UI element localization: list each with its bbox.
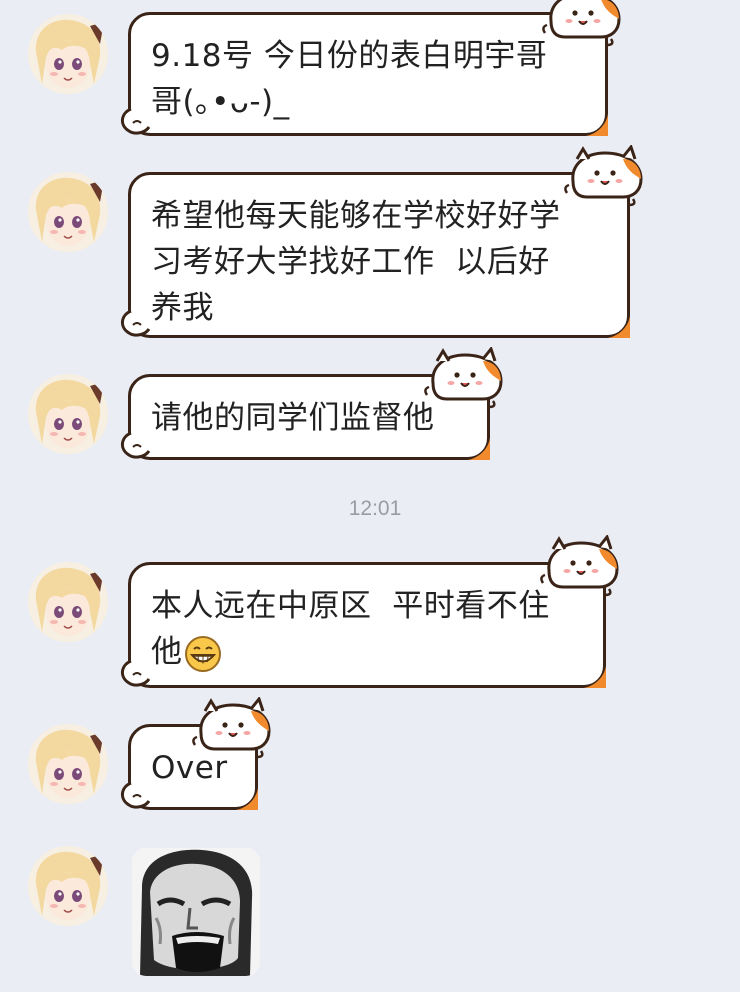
- message-text: 本人远在中原区 平时看不住他: [151, 583, 569, 675]
- contact-avatar[interactable]: [28, 172, 108, 252]
- message-text: 9.18号 今日份的表白明宇哥 哥(｡•ᴗ-)_: [151, 38, 548, 120]
- contact-avatar[interactable]: [28, 846, 108, 926]
- contact-avatar[interactable]: [28, 562, 108, 642]
- contact-avatar[interactable]: [28, 374, 108, 454]
- message-bubble[interactable]: 9.18号 今日份的表白明宇哥 哥(｡•ᴗ-)_: [128, 12, 608, 136]
- contact-avatar[interactable]: [28, 14, 108, 94]
- corner-accent-icon: [464, 434, 490, 460]
- message-bubble[interactable]: Over: [128, 724, 258, 810]
- message-text-line: 他: [151, 634, 183, 670]
- message-text: Over: [151, 750, 228, 786]
- sticker-message[interactable]: [132, 848, 260, 976]
- message-bubble[interactable]: 希望他每天能够在学校好好学 习考好大学找好工作 以后好 养我: [128, 172, 630, 338]
- corner-accent-icon: [580, 662, 606, 688]
- corner-accent-icon: [582, 110, 608, 136]
- message-timestamp: 12:01: [348, 497, 402, 520]
- grinning-face-icon: [184, 635, 221, 672]
- corner-accent-icon: [604, 312, 630, 338]
- message-bubble[interactable]: 本人远在中原区 平时看不住他: [128, 562, 606, 688]
- message-text-line: 本人远在中原区 平时看不住: [151, 588, 550, 624]
- corner-accent-icon: [232, 784, 258, 810]
- meme-face-icon: [132, 848, 260, 976]
- message-text: 希望他每天能够在学校好好学 习考好大学找好工作 以后好 养我: [151, 198, 561, 326]
- contact-avatar[interactable]: [28, 724, 108, 804]
- message-bubble[interactable]: 请他的同学们监督他: [128, 374, 490, 460]
- message-text: 请他的同学们监督他: [151, 400, 435, 436]
